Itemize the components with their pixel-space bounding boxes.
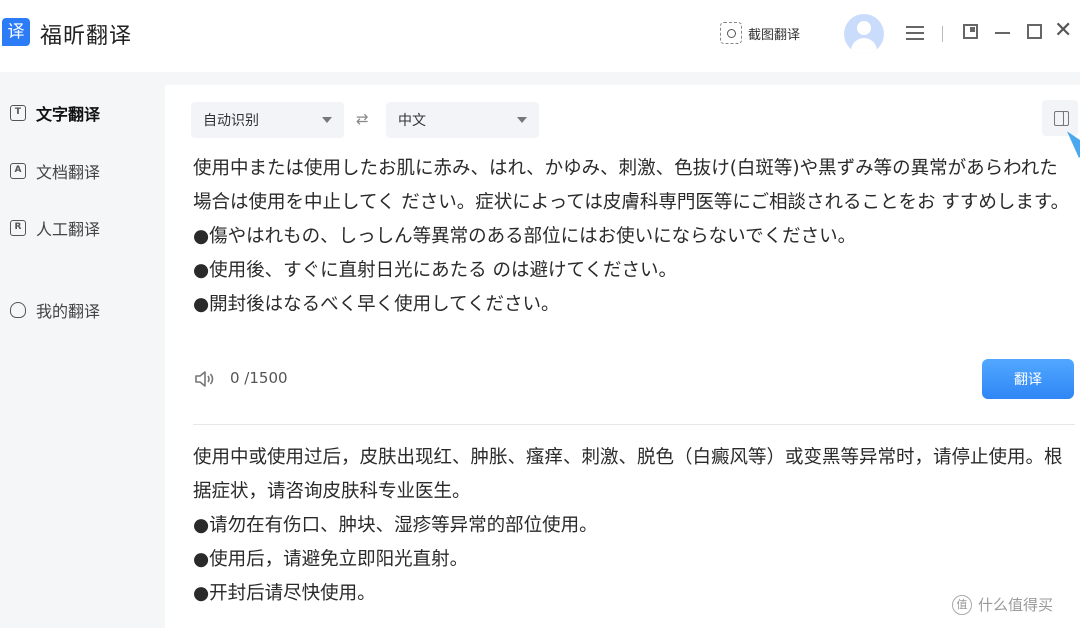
target-language-value: 中文 — [398, 113, 426, 129]
app-title: 福昕翻译 — [40, 24, 133, 49]
chevron-down-icon — [517, 117, 527, 123]
sidebar-item-label: 人工翻译 — [36, 220, 101, 239]
user-icon — [10, 302, 26, 318]
translation-result-text: 使用中或使用过后，皮肤出现红、肿胀、瘙痒、刺激、脱色（白癜风等）或变黑等异常时，… — [193, 447, 1063, 604]
source-text-area[interactable]: 使用中または使用したお肌に赤み、はれ、かゆみ、刺激、色抜け(白斑等)や黒ずみ等の… — [193, 152, 1073, 322]
result-divider — [193, 424, 1075, 425]
sidebar-item-text-translate[interactable]: T 文字翻译 — [10, 101, 100, 125]
text-icon: T — [10, 105, 26, 121]
screenshot-translate-button[interactable]: 截图翻译 — [720, 20, 800, 46]
speaker-icon[interactable] — [193, 368, 215, 390]
sidebar-item-document-translate[interactable]: A 文档翻译 — [10, 159, 100, 183]
sidebar-item-label: 我的翻译 — [36, 302, 101, 321]
sidebar-item-label: 文档翻译 — [36, 163, 101, 182]
maximize-icon[interactable] — [1027, 24, 1042, 39]
close-icon[interactable]: ✕ — [1054, 20, 1072, 42]
titlebar-divider — [942, 26, 943, 42]
minimize-icon[interactable] — [995, 32, 1010, 34]
watermark: 值 什么值得买 — [952, 594, 1053, 615]
sidebar: T 文字翻译 A 文档翻译 R 人工翻译 我的翻译 — [0, 85, 165, 628]
screenshot-translate-label: 截图翻译 — [748, 27, 801, 43]
source-language-select[interactable]: 自动识别 — [191, 102, 344, 138]
human-translate-icon: R — [10, 220, 26, 236]
sidebar-item-human-translate[interactable]: R 人工翻译 — [10, 216, 100, 240]
chevron-down-icon — [322, 117, 332, 123]
menu-icon[interactable] — [906, 22, 924, 44]
app-logo: 译 — [2, 18, 30, 46]
user-avatar[interactable] — [844, 14, 884, 54]
translate-button[interactable]: 翻译 — [982, 359, 1074, 399]
pin-window-icon[interactable] — [963, 24, 978, 39]
swap-languages-icon[interactable]: ⇄ — [356, 110, 369, 128]
watermark-text: 什么值得买 — [978, 596, 1054, 614]
sidebar-item-my-translations[interactable]: 我的翻译 — [10, 298, 100, 322]
document-icon: A — [10, 163, 26, 179]
header-separator — [0, 72, 1080, 85]
source-language-value: 自动识别 — [203, 113, 259, 129]
sidebar-item-label: 文字翻译 — [36, 105, 101, 124]
watermark-icon: 值 — [952, 594, 972, 615]
target-language-select[interactable]: 中文 — [386, 102, 539, 138]
title-bar: 译 福昕翻译 截图翻译 ✕ — [0, 0, 1080, 72]
character-count: 0 /1500 — [230, 369, 288, 387]
screenshot-icon — [720, 22, 742, 44]
